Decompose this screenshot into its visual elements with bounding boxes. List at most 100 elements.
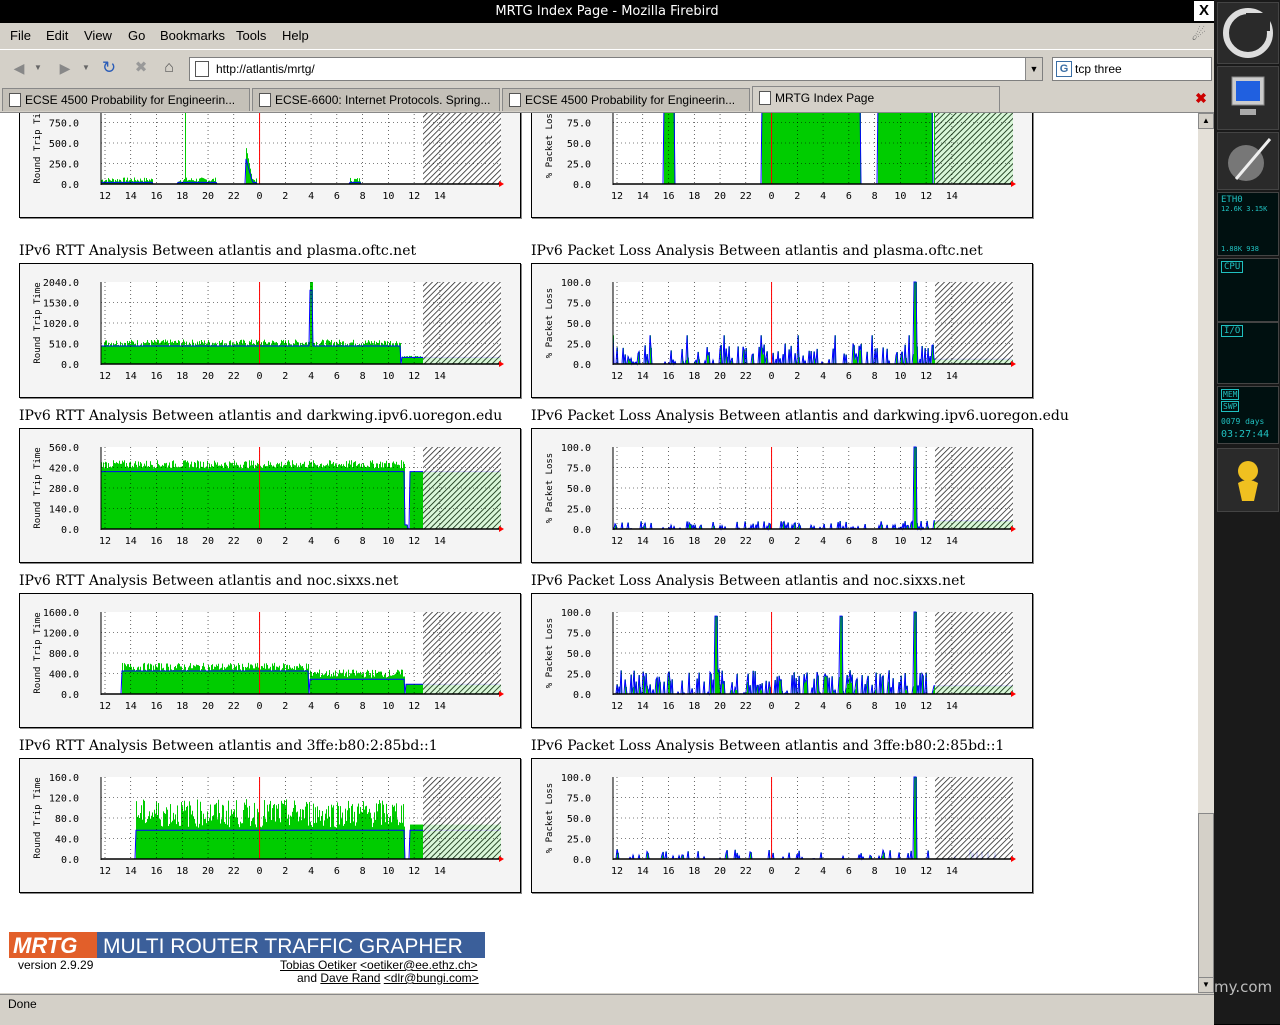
fill-bar [326, 671, 327, 694]
back-arrow-icon[interactable]: ◀ [8, 57, 30, 79]
forward-arrow-icon[interactable]: ▶ [54, 57, 76, 79]
menu-help[interactable]: Help [282, 28, 309, 43]
tab-ecse4500-2[interactable]: ECSE 4500 Probability for Engineerin... [502, 88, 750, 111]
fill-bar [205, 819, 206, 859]
fill-bar [178, 663, 179, 694]
tab-ecse4500-1[interactable]: ECSE 4500 Probability for Engineerin... [2, 88, 250, 111]
forward-dropdown-icon[interactable]: ▼ [80, 57, 92, 79]
fill-bar [369, 675, 370, 694]
fill-bar [306, 342, 307, 364]
fill-bar [349, 808, 350, 859]
reload-icon[interactable]: ↻ [98, 57, 120, 79]
back-dropdown-icon[interactable]: ▼ [32, 57, 44, 79]
tab-ecse6600[interactable]: ECSE-6600: Internet Protocols. Spring... [252, 88, 500, 111]
author-1-email-link[interactable]: <oetiker@ee.ethz.ch> [360, 958, 478, 972]
fill-bar [195, 463, 196, 529]
fill-bar [325, 814, 326, 859]
search-input[interactable]: tcp three [1075, 62, 1122, 76]
fill-bar [818, 113, 819, 184]
fill-bar [191, 814, 192, 859]
graph-darkwing-rtt[interactable]: 560.0420.0280.0140.00.012141618202202468… [19, 428, 521, 563]
search-bar[interactable]: G tcp three [1052, 57, 1212, 81]
fill-bar [243, 810, 244, 859]
fill-bar [242, 468, 243, 529]
mrtg-logo[interactable]: MRTG MULTI ROUTER TRAFFIC GRAPHER [9, 932, 487, 961]
fill-bar [206, 671, 207, 694]
graph-svg: 100.075.050.025.00.012141618202202468101… [532, 264, 1032, 397]
scroll-up-icon[interactable]: ▲ [1198, 113, 1214, 129]
author-2-name-link[interactable]: Dave Rand [320, 971, 380, 985]
graph-3ffe-loss[interactable]: 100.075.050.025.00.012141618202202468101… [531, 758, 1033, 893]
graph-darkwing-loss[interactable]: 100.075.050.025.00.012141618202202468101… [531, 428, 1033, 563]
fill-bar [214, 461, 215, 529]
tab-mrtg-index[interactable]: MRTG Index Page [752, 86, 1000, 112]
menu-bookmarks[interactable]: Bookmarks [160, 28, 225, 43]
fill-bar [926, 113, 927, 184]
fill-bar [413, 472, 414, 529]
fill-bar [169, 345, 170, 364]
url-text[interactable]: http://atlantis/mrtg/ [216, 62, 315, 76]
google-icon[interactable]: G [1056, 61, 1072, 77]
fill-bar [303, 464, 304, 529]
x-tick-label: 22 [740, 701, 752, 712]
messenger-icon[interactable] [1217, 448, 1279, 512]
fill-bar [851, 683, 852, 694]
scroll-thumb[interactable] [1198, 813, 1214, 980]
y-tick-label: 50.0 [567, 649, 591, 660]
menu-file[interactable]: File [10, 28, 31, 43]
fill-bar [327, 464, 328, 529]
x-tick-label: 12 [611, 536, 623, 547]
fill-bar [115, 463, 116, 529]
fill-bar [857, 113, 858, 184]
fill-bar [383, 805, 384, 859]
fill-bar [316, 823, 317, 859]
gimp-icon[interactable] [1217, 132, 1279, 190]
home-icon[interactable]: ⌂ [158, 57, 180, 79]
graph-plasma-rtt[interactable]: 2040.01530.01020.0510.00.012141618202202… [19, 263, 521, 398]
x-tick-label: 0 [257, 371, 263, 382]
net-rates: 12.6K 3.15K [1221, 205, 1267, 213]
url-dropdown-icon[interactable]: ▼ [1025, 58, 1042, 80]
fill-bar [223, 670, 224, 694]
menu-edit[interactable]: Edit [46, 28, 68, 43]
close-tab-icon[interactable]: ✖ [1194, 91, 1208, 105]
graph-sixxs-loss[interactable]: 100.075.050.025.00.012141618202202468101… [531, 593, 1033, 728]
graph-3ffe-rtt[interactable]: 160.0120.080.040.00.01214161820220246810… [19, 758, 521, 893]
fill-bar [356, 345, 357, 364]
vertical-scrollbar[interactable]: ▲ ▼ [1198, 113, 1214, 993]
fill-bar [357, 465, 358, 529]
window-close-button[interactable]: X [1194, 1, 1214, 21]
fill-bar [357, 345, 358, 364]
x-tick-label: 10 [382, 701, 394, 712]
fill-bar [361, 812, 362, 859]
graph-top-rtt[interactable]: 1000.0750.0500.0250.00.01214161820220246… [19, 113, 521, 218]
fill-bar [819, 113, 820, 184]
graph-sixxs-rtt[interactable]: 1600.01200.0800.0400.00.0121416182022024… [19, 593, 521, 728]
fill-bar [357, 674, 358, 694]
scroll-down-icon[interactable]: ▼ [1198, 977, 1214, 993]
url-bar[interactable]: http://atlantis/mrtg/ ▼ [189, 57, 1043, 81]
author-2-email-link[interactable]: <dlr@bungi.com> [384, 971, 479, 985]
x-tick-label: 12 [920, 371, 932, 382]
menu-go[interactable]: Go [128, 28, 145, 43]
y-tick-label: 1530.0 [43, 299, 79, 310]
author-1-name-link[interactable]: Tobias Oetiker [280, 958, 357, 972]
menu-view[interactable]: View [84, 28, 112, 43]
fill-bar [348, 346, 349, 364]
fill-bar [218, 346, 219, 364]
fill-bar [419, 684, 420, 694]
graph-plasma-loss[interactable]: 100.075.050.025.00.012141618202202468101… [531, 263, 1033, 398]
fill-bar [190, 464, 191, 529]
fill-bar [880, 113, 881, 184]
dock-logo-icon[interactable] [1217, 2, 1279, 64]
x-tick-label: 6 [846, 866, 852, 877]
fill-bar [258, 341, 259, 364]
menu-tools[interactable]: Tools [236, 28, 266, 43]
fill-bar [414, 472, 415, 529]
stop-icon[interactable]: ✖ [130, 57, 152, 79]
graph-top-loss[interactable]: 100.075.050.025.00.012141618202202468101… [531, 113, 1033, 218]
title-bar[interactable]: MRTG Index Page - Mozilla Firebird X [0, 0, 1214, 23]
monitor-icon[interactable] [1217, 66, 1279, 130]
fill-bar [924, 113, 925, 184]
fill-bar [322, 467, 323, 529]
